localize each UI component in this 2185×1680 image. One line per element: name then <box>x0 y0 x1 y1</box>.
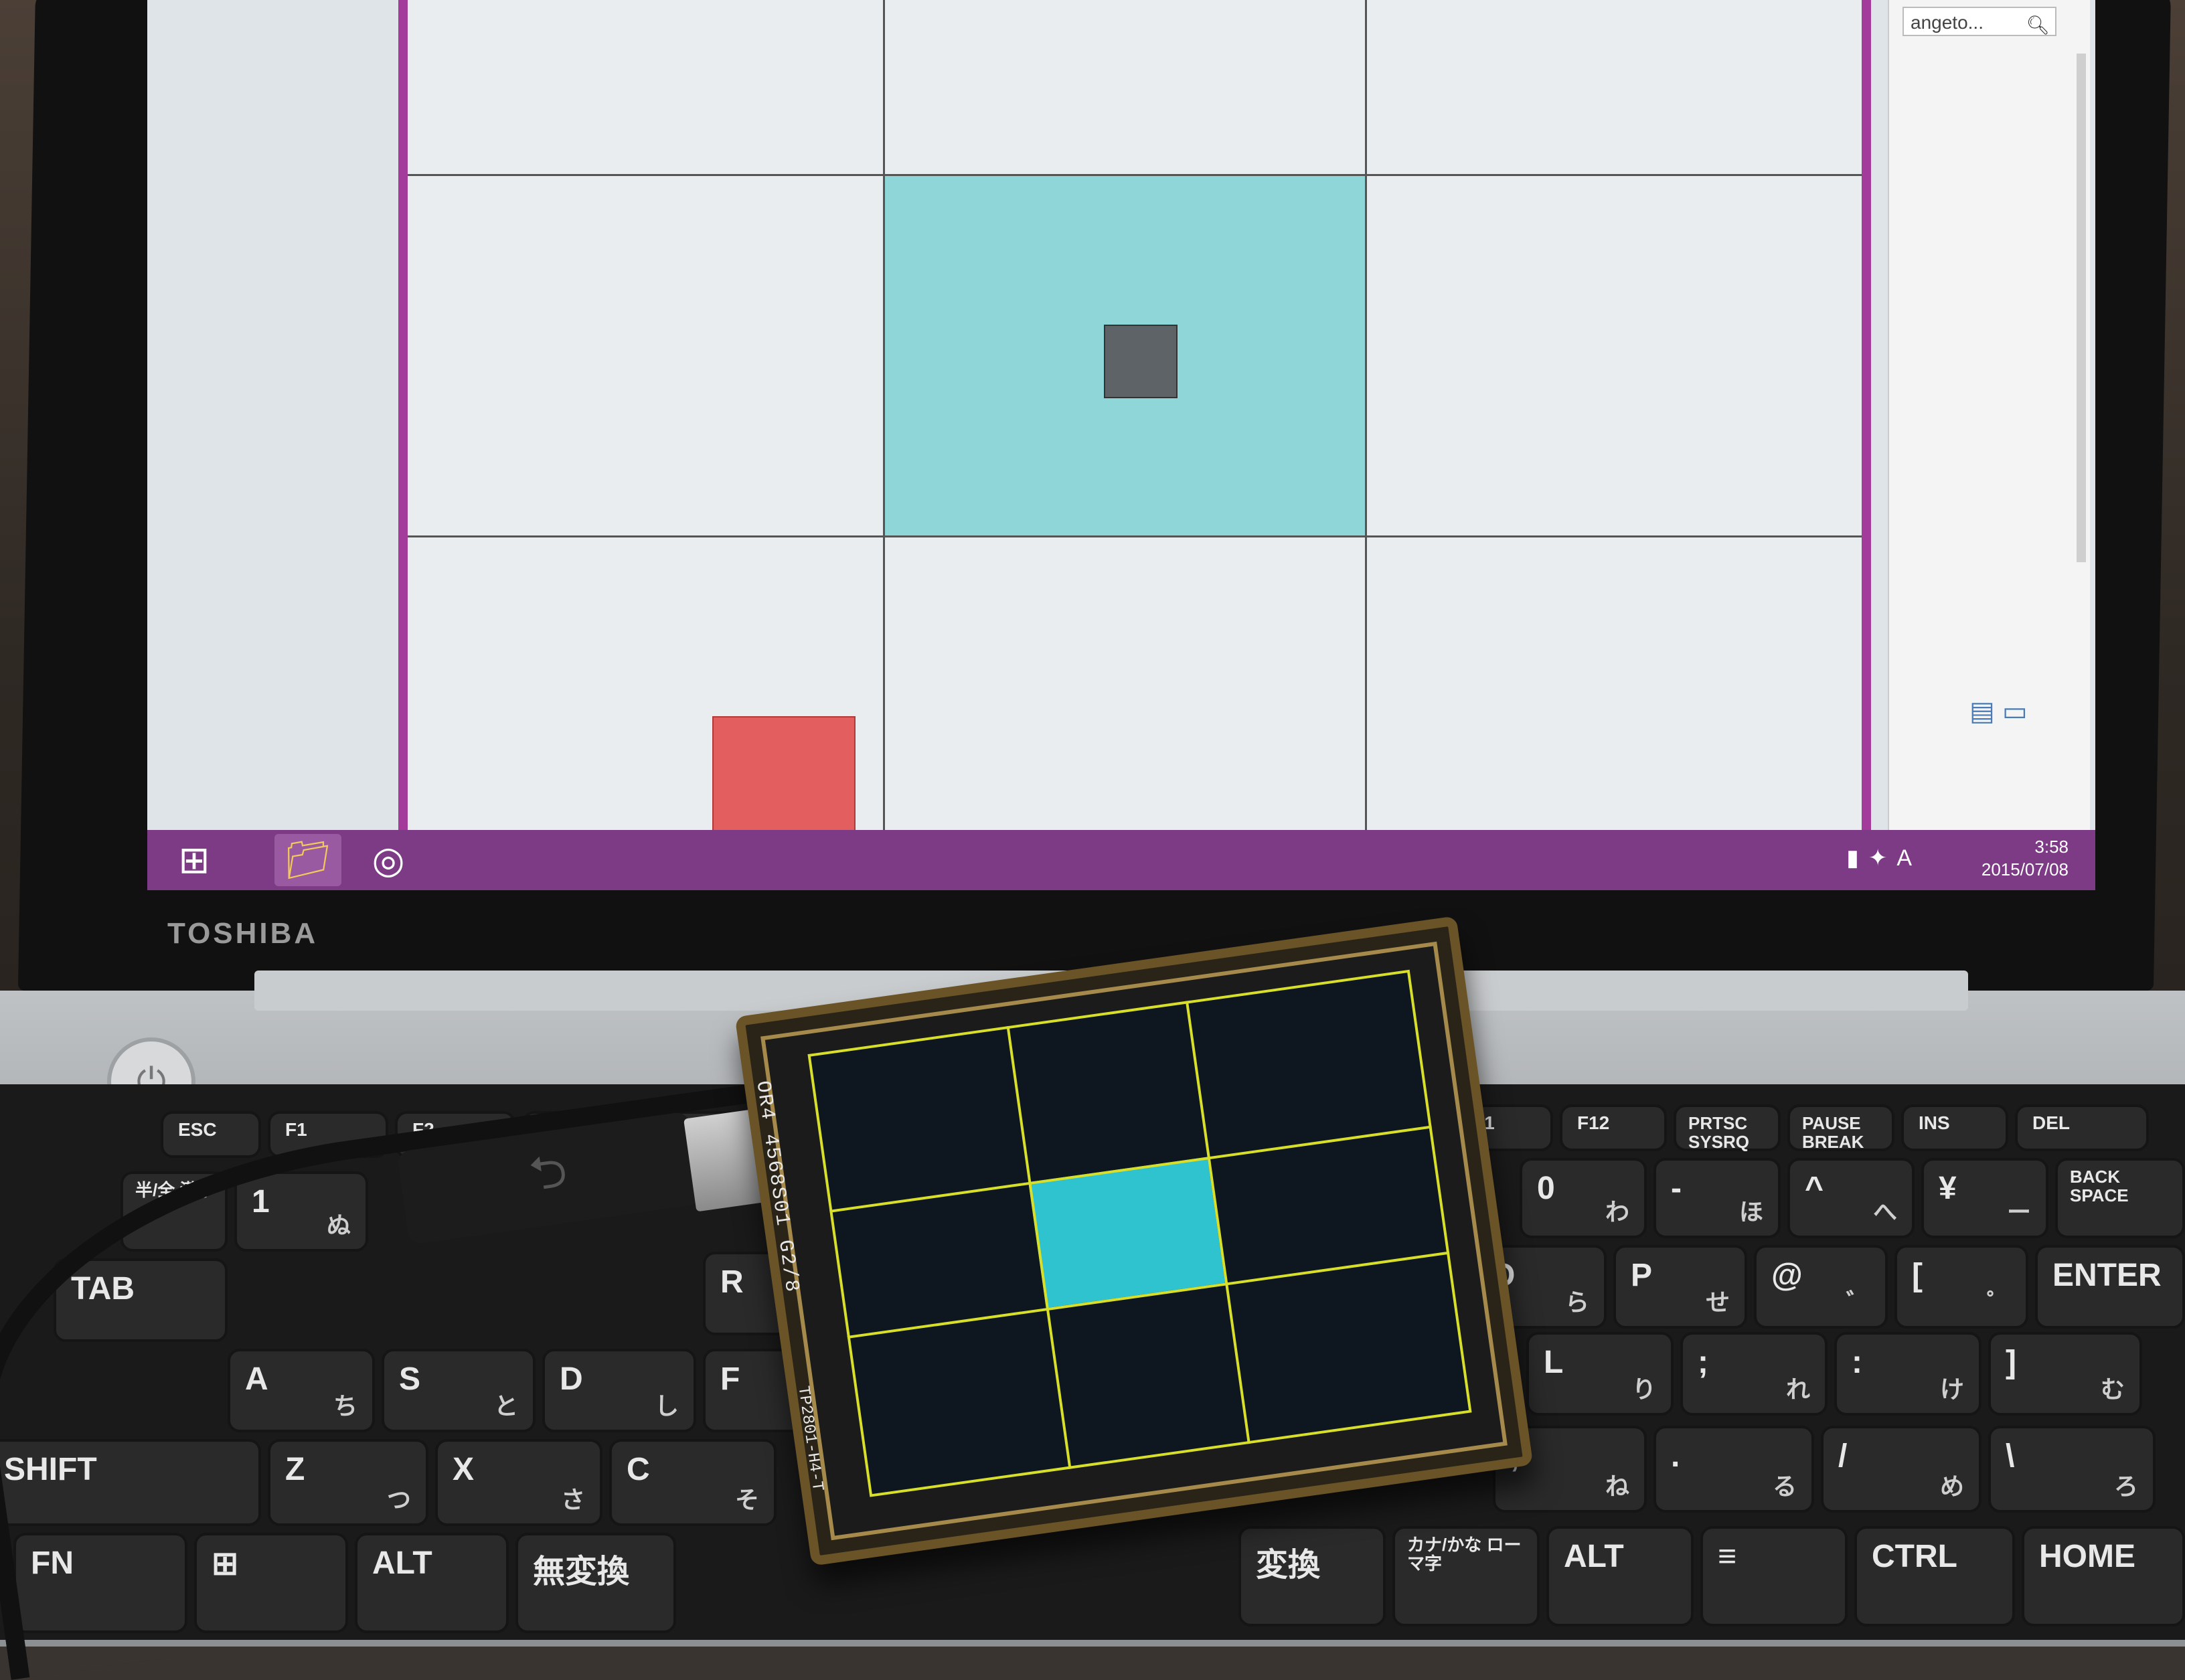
cursor-square <box>1104 325 1178 398</box>
clock[interactable]: 3:58 2015/07/08 <box>1981 835 2069 881</box>
key-p[interactable]: Pせ <box>1613 1245 1747 1329</box>
tft-bezel: OR4 4568S01 G2/8 TP2801-H4-T <box>750 941 1508 1541</box>
grid-line-v2 <box>1365 0 1367 867</box>
side-panel: angeto... 🔍︎ ▤ ▭ <box>1888 0 2090 830</box>
key-bracket-close[interactable]: ] む <box>1988 1332 2142 1416</box>
key-del[interactable]: DEL <box>2015 1104 2149 1151</box>
key-home[interactable]: HOME <box>2022 1526 2185 1626</box>
network-icon[interactable]: ✦ <box>1868 845 1897 871</box>
grid-line-h2 <box>408 535 1862 537</box>
game-window[interactable] <box>398 0 1871 877</box>
search-input-text: angeto... <box>1911 12 1984 33</box>
key-0[interactable]: 0わ <box>1520 1158 1647 1238</box>
key-ctrl-right[interactable]: CTRL <box>1854 1526 2015 1626</box>
windows-start-icon[interactable]: ⊞ <box>161 834 228 886</box>
laptop-screen: angeto... 🔍︎ ▤ ▭ ⊞ 📁︎ ◎ ▮✦A 3:58 2015/07… <box>147 0 2095 890</box>
battery-icon[interactable]: ▮ <box>1846 845 1868 871</box>
key-at[interactable]: @ ゛ <box>1754 1245 1888 1329</box>
key-esc[interactable]: ESC <box>161 1111 261 1158</box>
tft-screen[interactable] <box>807 969 1472 1497</box>
clock-date: 2015/07/08 <box>1981 859 2069 879</box>
grid-line-h1 <box>408 174 1862 176</box>
usb-icon: ⮌ <box>525 1143 570 1201</box>
key-alt-right[interactable]: ALT <box>1546 1526 1694 1626</box>
key-kana[interactable]: カナ/かな ローマ字 <box>1392 1526 1540 1626</box>
laptop-brand-logo: TOSHIBA <box>167 917 319 950</box>
key-menu[interactable]: ≡ <box>1700 1526 1848 1626</box>
key-period[interactable]: .る <box>1653 1426 1814 1513</box>
key-colon[interactable]: :け <box>1834 1332 1981 1416</box>
key-bracket-open[interactable]: [゜ <box>1894 1245 2028 1329</box>
key-enter[interactable]: ENTER <box>2035 1245 2185 1329</box>
key-prtsc[interactable]: PRTSC SYSRQ <box>1674 1104 1781 1151</box>
key-pause[interactable]: PAUSE BREAK <box>1787 1104 1894 1151</box>
key-semicolon[interactable]: ; れ <box>1680 1332 1828 1416</box>
key-slash[interactable]: / め <box>1821 1426 1981 1513</box>
file-explorer-icon[interactable]: 📁︎ <box>274 834 341 886</box>
key-caret[interactable]: ^ へ <box>1787 1158 1915 1238</box>
view-mode-icon[interactable]: ▤ ▭ <box>1969 696 2028 727</box>
menu-key-icon: ≡ <box>1718 1539 1737 1574</box>
key-f12[interactable]: F12 <box>1560 1104 1667 1151</box>
key-minus[interactable]: -ほ <box>1653 1158 1781 1238</box>
scrollbar[interactable] <box>2077 54 2086 562</box>
grid-line-v1 <box>883 0 885 867</box>
tft-shield-board: OR4 4568S01 G2/8 TP2801-H4-T <box>734 916 1534 1566</box>
key-henkan[interactable]: 変換 <box>1238 1526 1386 1626</box>
taskbar: ⊞ 📁︎ ◎ ▮✦A 3:58 2015/07/08 <box>147 830 2095 890</box>
search-input[interactable]: angeto... 🔍︎ <box>1903 7 2056 36</box>
clock-time: 3:58 <box>2034 837 2069 857</box>
key-backspace[interactable]: BACK SPACE <box>2055 1158 2185 1238</box>
key-l[interactable]: Lり <box>1526 1332 1674 1416</box>
key-ins[interactable]: INS <box>1901 1104 2008 1151</box>
key-yen[interactable]: ¥ ー <box>1921 1158 2048 1238</box>
chrome-icon[interactable]: ◎ <box>355 834 422 886</box>
ime-indicator[interactable]: A <box>1896 845 1921 871</box>
tft-grid-border <box>807 969 1472 1497</box>
search-icon[interactable]: 🔍︎ <box>2026 11 2050 40</box>
key-backslash[interactable]: \ ろ <box>1988 1426 2156 1513</box>
system-tray-icons[interactable]: ▮✦A <box>1846 845 1921 871</box>
